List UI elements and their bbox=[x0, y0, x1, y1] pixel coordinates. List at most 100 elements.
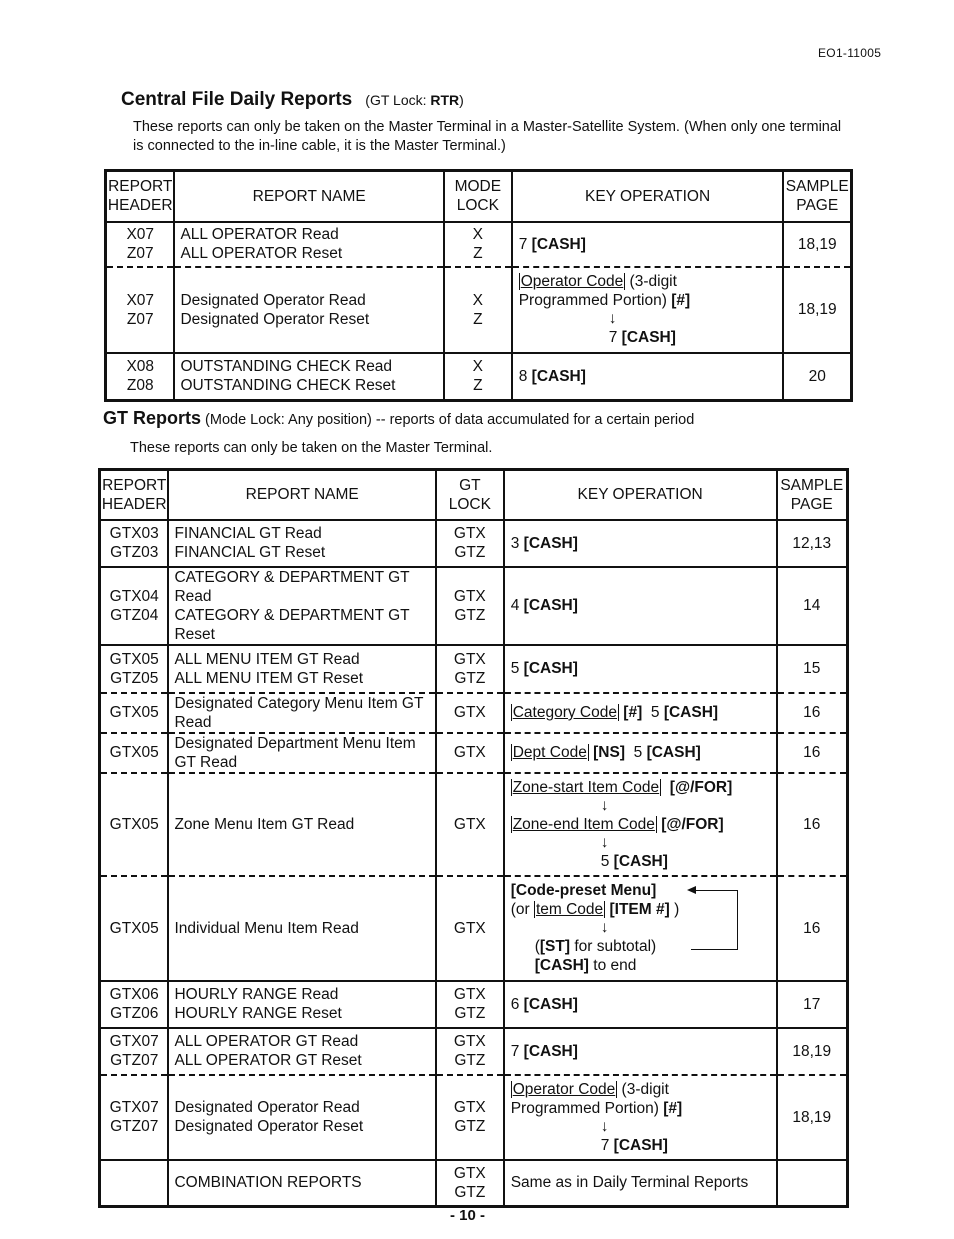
sample-page-cell: 16 bbox=[775, 691, 849, 733]
table-row: GTX05 GTZ05 ALL MENU ITEM GT Read ALL MENU… bbox=[98, 643, 849, 693]
report-name-cell: Designated Category Menu Item GT Read bbox=[167, 691, 437, 733]
page-number: - 10 - bbox=[450, 1207, 486, 1224]
col-header-sample-page: SAMPLE PAGE bbox=[782, 169, 853, 222]
sample-page-cell: 17 bbox=[775, 979, 849, 1028]
table-row: GTX04 GTZ04 CATEGORY & DEPARTMENT GT Read… bbox=[98, 565, 849, 645]
sample-page-cell bbox=[775, 1158, 849, 1207]
table-row: X08 Z08 OUTSTANDING CHECK Read OUTSTANDING… bbox=[104, 351, 853, 401]
report-header-cell: GTX05 bbox=[98, 771, 170, 876]
sample-page-cell: 14 bbox=[775, 565, 849, 645]
down-arrow-icon: ↓ bbox=[608, 310, 617, 327]
section-title-text: Central File Daily Reports bbox=[121, 89, 353, 110]
section-title-gt-reports: GT Reports (Mode Lock: Any position) -- … bbox=[103, 408, 695, 428]
key-operation-cell: Operator Code (3-digit Programmed Portio… bbox=[510, 265, 785, 353]
report-header-cell: GTX07 GTZ07 bbox=[98, 1073, 170, 1160]
section-intro: These reports can only be taken on the M… bbox=[130, 440, 493, 456]
down-arrow-icon: ↓ bbox=[600, 1117, 609, 1135]
report-name-cell: Individual Menu Item Read bbox=[167, 874, 437, 981]
col-header-report-header: REPORT HEADER bbox=[98, 468, 170, 520]
table-row: X07 Z07 ALL OPERATOR Read ALL OPERATOR Res… bbox=[104, 220, 853, 267]
down-arrow-icon: ↓ bbox=[600, 833, 609, 851]
lock-cell: GTX GTZ bbox=[434, 565, 505, 645]
sample-page-cell: 18,19 bbox=[782, 265, 853, 353]
report-header-cell: X07 Z07 bbox=[104, 265, 176, 353]
table-row: GTX07 GTZ07 ALL OPERATOR GT Read ALL OPERA… bbox=[98, 1026, 849, 1075]
zone-end-code-field: Zone-end Item Code bbox=[510, 815, 657, 833]
report-header-cell: GTX04 GTZ04 bbox=[98, 565, 170, 645]
zone-start-code-field: Zone-start Item Code bbox=[510, 778, 662, 796]
report-name-cell: OUTSTANDING CHECK Read OUTSTANDING CHECK … bbox=[173, 351, 445, 401]
report-name-cell: ALL OPERATOR GT Read ALL OPERATOR GT Rese… bbox=[167, 1026, 437, 1075]
report-name-cell: ALL MENU ITEM GT Read ALL MENU ITEM GT Re… bbox=[167, 643, 437, 693]
sample-page-cell: 20 bbox=[782, 351, 853, 401]
lock-cell: GTX GTZ bbox=[434, 979, 505, 1028]
report-header-cell: GTX05 bbox=[98, 731, 170, 773]
gt-reports-table: REPORT HEADER REPORT NAME GT LOCK KEY OPER… bbox=[98, 468, 849, 1208]
report-name-cell: HOURLY RANGE Read HOURLY RANGE Reset bbox=[167, 979, 437, 1028]
table-row: COMBINATION REPORTS GTX GTZ Same as in Da… bbox=[98, 1158, 849, 1207]
report-header-cell: X07 Z07 bbox=[104, 220, 176, 267]
key-operation-cell: 4 [CASH] bbox=[502, 565, 778, 645]
lock-cell: GTX GTZ bbox=[434, 643, 505, 693]
section-subtitle: (GT Lock: RTR) bbox=[365, 92, 464, 108]
lock-cell: GTX bbox=[434, 691, 505, 733]
sample-page-cell: 12,13 bbox=[775, 518, 849, 567]
key-operation-cell: Same as in Daily Terminal Reports bbox=[502, 1158, 778, 1207]
sample-page-cell: 18,19 bbox=[775, 1073, 849, 1160]
key-operation-cell: 5 [CASH] bbox=[502, 643, 778, 693]
loop-back-arrow-icon bbox=[686, 886, 738, 950]
report-name-cell: Designated Operator Read Designated Opera… bbox=[173, 265, 445, 353]
lock-cell: XZ bbox=[442, 265, 513, 353]
key-operation-cell: 8 [CASH] bbox=[510, 351, 785, 401]
table-row: GTX05 Designated Department Menu Item GT… bbox=[98, 731, 849, 773]
sample-page-cell: 16 bbox=[775, 874, 849, 981]
lock-cell: GTX bbox=[434, 731, 505, 773]
report-name-cell: Designated Operator Read Designated Opera… bbox=[167, 1073, 437, 1160]
key-operation-cell: [Code-preset Menu] (or tem Code [ITEM #]… bbox=[502, 874, 778, 981]
col-header-sample-page: SAMPLE PAGE bbox=[775, 468, 849, 520]
sample-page-cell: 15 bbox=[775, 643, 849, 693]
col-header-report-name: REPORT NAME bbox=[167, 468, 437, 520]
key-operation-cell: Operator Code (3-digit Programmed Portio… bbox=[502, 1073, 778, 1160]
col-header-key-operation: KEY OPERATION bbox=[510, 169, 785, 222]
table-row: GTX05 Zone Menu Item GT Read GTX Zone-st… bbox=[98, 771, 849, 876]
operator-code-field: Operator Code bbox=[518, 273, 626, 290]
sample-page-cell: 16 bbox=[775, 731, 849, 773]
report-header-cell: GTX05 bbox=[98, 874, 170, 981]
report-header-cell: GTX06 GTZ06 bbox=[98, 979, 170, 1028]
lock-cell: GTX GTZ bbox=[434, 1026, 505, 1075]
report-name-cell: Designated Department Menu Item GT Read bbox=[167, 731, 437, 773]
sample-page-cell: 16 bbox=[775, 771, 849, 876]
down-arrow-icon: ↓ bbox=[600, 796, 609, 814]
dept-code-field: Dept Code bbox=[510, 744, 589, 761]
lock-cell: GTX GTZ bbox=[434, 1158, 505, 1207]
key-operation-cell: Dept Code [NS] 5 [CASH] bbox=[502, 731, 778, 773]
table-row: GTX07 GTZ07 Designated Operator Read Desig… bbox=[98, 1073, 849, 1160]
report-header-cell: GTX07 GTZ07 bbox=[98, 1026, 170, 1075]
key-operation-cell: 7 [CASH] bbox=[510, 220, 785, 267]
report-header-cell: GTX05 bbox=[98, 691, 170, 733]
sample-page-cell: 18,19 bbox=[782, 220, 853, 267]
sample-page-cell: 18,19 bbox=[775, 1026, 849, 1075]
section-title-central-file: Central File Daily Reports (GT Lock: RTR… bbox=[121, 89, 464, 111]
lock-cell: GTX bbox=[434, 771, 505, 876]
lock-cell: XZ bbox=[442, 351, 513, 401]
key-operation-cell: 3 [CASH] bbox=[502, 518, 778, 567]
category-code-field: Category Code bbox=[510, 704, 619, 721]
table-row: GTX03 GTZ03 FINANCIAL GT Read FINANCIAL GT… bbox=[98, 518, 849, 567]
central-file-reports-table: REPORT HEADER REPORT NAME MODE LOCK KEY OP… bbox=[104, 169, 853, 402]
key-operation-cell: Zone-start Item Code [@/FOR] ↓ Zone-end … bbox=[502, 771, 778, 876]
key-operation-cell: 7 [CASH] bbox=[502, 1026, 778, 1075]
section-intro: These reports can only be taken on the M… bbox=[133, 119, 842, 154]
col-header-report-name: REPORT NAME bbox=[173, 169, 445, 222]
report-header-cell bbox=[98, 1158, 170, 1207]
table-row: GTX06 GTZ06 HOURLY RANGE Read HOURLY RANGE… bbox=[98, 979, 849, 1028]
col-header-report-header: REPORT HEADER bbox=[104, 169, 176, 222]
table-row: GTX05 Individual Menu Item Read GTX [Cod… bbox=[98, 874, 849, 981]
table-header-row: REPORT HEADER REPORT NAME GT LOCK KEY OPER… bbox=[98, 468, 849, 520]
report-name-cell: ALL OPERATOR Read ALL OPERATOR Reset bbox=[173, 220, 445, 267]
report-header-cell: X08 Z08 bbox=[104, 351, 176, 401]
lock-cell: GTX GTZ bbox=[434, 1073, 505, 1160]
report-name-cell: CATEGORY & DEPARTMENT GT Read CATEGORY & … bbox=[167, 565, 437, 645]
report-header-cell: GTX03 GTZ03 bbox=[98, 518, 170, 567]
